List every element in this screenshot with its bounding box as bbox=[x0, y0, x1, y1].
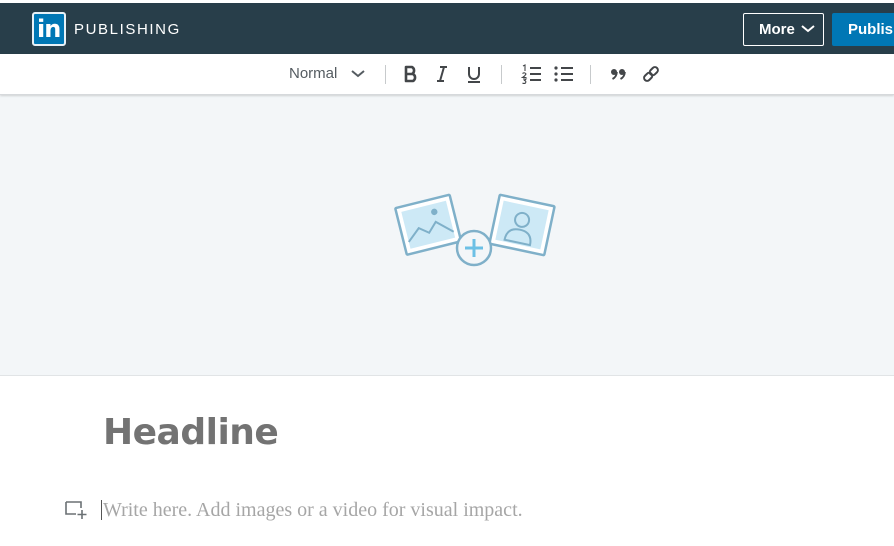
italic-button[interactable] bbox=[431, 63, 453, 85]
bold-icon bbox=[404, 65, 417, 83]
chevron-down-icon bbox=[351, 70, 365, 78]
underline-button[interactable] bbox=[463, 63, 485, 85]
more-button[interactable]: More bbox=[743, 13, 824, 46]
text-style-dropdown[interactable]: Normal bbox=[289, 64, 365, 84]
publishing-brand-label: PUBLISHING bbox=[74, 21, 181, 38]
headline-field[interactable]: Headline bbox=[103, 411, 279, 455]
add-cover-image-icon bbox=[394, 193, 556, 267]
bulleted-list-button[interactable] bbox=[553, 63, 575, 85]
more-button-label: More bbox=[759, 21, 795, 38]
formatting-toolbar: Normal bbox=[0, 54, 894, 95]
text-cursor bbox=[101, 500, 102, 520]
quote-button[interactable] bbox=[608, 63, 630, 85]
bold-button[interactable] bbox=[400, 63, 422, 85]
numbered-list-icon bbox=[521, 64, 541, 85]
insert-media-icon bbox=[65, 501, 87, 519]
italic-icon bbox=[437, 66, 447, 82]
numbered-list-button[interactable] bbox=[521, 63, 543, 85]
top-navigation-bar: in PUBLISHING More Publish bbox=[0, 0, 894, 54]
text-style-value: Normal bbox=[289, 65, 338, 82]
bulleted-list-icon bbox=[554, 66, 573, 82]
insert-media-button[interactable] bbox=[64, 498, 88, 520]
article-body-field[interactable]: Write here. Add images or a video for vi… bbox=[103, 498, 523, 522]
underline-icon bbox=[468, 67, 480, 83]
publish-button[interactable]: Publish bbox=[832, 13, 894, 46]
toolbar-divider bbox=[385, 65, 386, 84]
link-button[interactable] bbox=[640, 63, 662, 85]
chevron-down-icon bbox=[801, 25, 815, 33]
linkedin-logo-text: in bbox=[37, 15, 61, 43]
linkedin-logo[interactable]: in bbox=[32, 12, 66, 46]
toolbar-divider bbox=[501, 65, 502, 84]
link-icon bbox=[643, 66, 659, 82]
quote-icon bbox=[611, 69, 626, 80]
cover-image-upload-area[interactable] bbox=[0, 95, 894, 376]
publish-button-label: Publish bbox=[848, 21, 894, 38]
toolbar-divider bbox=[590, 65, 591, 84]
